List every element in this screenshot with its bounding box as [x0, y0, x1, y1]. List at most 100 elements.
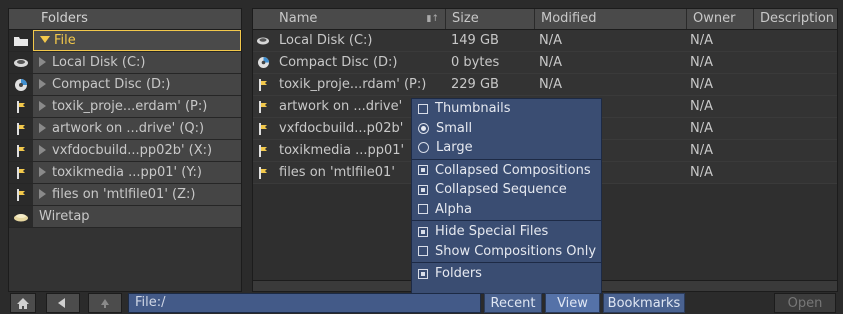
home-icon [17, 298, 29, 309]
network-drive-icon [9, 162, 33, 183]
home-button[interactable] [10, 293, 36, 313]
menu-item-label: Thumbnails [435, 101, 511, 117]
collapsed-arrow-icon[interactable] [39, 122, 46, 133]
menu-item-label: Small [436, 120, 473, 136]
file-owner: N/A [690, 143, 713, 158]
file-list-header: Name ▮↑ Size Modified Owner Description [253, 9, 837, 30]
menu-item-thumbnails[interactable]: Thumbnails [412, 99, 601, 119]
network-drive-icon [253, 118, 273, 139]
expand-arrow-icon[interactable] [40, 36, 50, 43]
folder-item-label: toxik_proje...erdam' (P:) [52, 99, 208, 114]
menu-item-label: Folders [435, 266, 482, 282]
network-drive-icon [9, 184, 33, 205]
column-name-label: Name [279, 11, 318, 26]
folders-panel: Folders File Local Disk (C:) Compact Dis… [8, 8, 242, 292]
hard-disk-icon [253, 30, 273, 51]
folder-item-drive-z[interactable]: files on 'mtlfile01' (Z:) [9, 184, 241, 206]
menu-item-alpha[interactable]: Alpha [412, 200, 601, 220]
view-button[interactable]: View [545, 293, 600, 313]
folder-item-label: File [54, 33, 76, 48]
folder-item-drive-x[interactable]: vxfdocbuild...pp02b' (X:) [9, 140, 241, 162]
folder-item-local-disk[interactable]: Local Disk (C:) [9, 52, 241, 74]
column-owner[interactable]: Owner [686, 9, 753, 29]
file-modified: N/A [539, 33, 562, 48]
collapsed-arrow-icon[interactable] [39, 188, 46, 199]
file-size: 149 GB [451, 33, 499, 48]
checkbox-checked-icon[interactable] [418, 165, 428, 176]
folder-item-file[interactable]: File [9, 30, 241, 52]
radio-selected-icon[interactable] [418, 122, 429, 134]
menu-item-hide-special-files[interactable]: Hide Special Files [412, 222, 601, 242]
collapsed-arrow-icon[interactable] [39, 56, 46, 67]
file-row[interactable]: Compact Disc (D:) 0 bytes N/A N/A [253, 52, 837, 74]
menu-separator [412, 220, 601, 221]
menu-separator [412, 158, 601, 160]
back-button[interactable] [46, 293, 80, 313]
network-drive-icon [253, 162, 273, 183]
sort-icon[interactable]: ▮↑ [427, 9, 440, 29]
file-owner: N/A [690, 165, 713, 180]
checkbox-checked-icon[interactable] [418, 184, 428, 195]
bookmarks-button[interactable]: Bookmarks [603, 293, 685, 313]
file-owner: N/A [690, 33, 713, 48]
checkbox-checked-icon[interactable] [418, 268, 428, 279]
column-size[interactable]: Size [445, 9, 534, 29]
file-owner: N/A [690, 99, 713, 114]
file-owner: N/A [690, 121, 713, 136]
collapsed-arrow-icon[interactable] [39, 144, 46, 155]
column-name[interactable]: Name ▮↑ [273, 9, 445, 29]
wiretap-icon [9, 206, 33, 227]
folder-item-compact-disc[interactable]: Compact Disc (D:) [9, 74, 241, 96]
menu-item-collapsed-sequence[interactable]: Collapsed Sequence [412, 180, 601, 200]
checkbox-unchecked-icon[interactable] [418, 204, 428, 215]
column-modified[interactable]: Modified [534, 9, 686, 29]
file-size: 0 bytes [451, 55, 500, 70]
folder-item-drive-q[interactable]: artwork on ...drive' (Q:) [9, 118, 241, 140]
file-size: 229 GB [451, 77, 499, 92]
folders-header: Folders [9, 9, 241, 30]
menu-item-label: Large [436, 140, 473, 156]
folder-item-wiretap[interactable]: Wiretap [9, 206, 241, 228]
file-row[interactable]: Local Disk (C:) 149 GB N/A N/A [253, 30, 837, 52]
menu-item-small[interactable]: Small [412, 119, 601, 139]
network-drive-icon [253, 74, 273, 95]
network-drive-icon [253, 140, 273, 161]
menu-separator [412, 262, 601, 263]
menu-item-label: Collapsed Compositions [435, 162, 591, 178]
checkbox-unchecked-icon[interactable] [418, 246, 428, 257]
open-button[interactable]: Open [774, 293, 836, 313]
column-description[interactable]: Description [753, 9, 837, 29]
menu-item-large[interactable]: Large [412, 138, 601, 158]
checkbox-unchecked-icon[interactable] [418, 103, 428, 114]
folder-item-label: Wiretap [33, 206, 241, 227]
menu-item-label: Alpha [435, 201, 472, 217]
menu-item-label: Show Compositions Only [435, 243, 597, 259]
recent-button[interactable]: Recent [484, 293, 542, 313]
cd-icon [9, 74, 33, 95]
folder-item-drive-y[interactable]: toxikmedia ...pp01' (Y:) [9, 162, 241, 184]
folder-item-label: Local Disk (C:) [52, 55, 146, 70]
folder-item-label: vxfdocbuild...pp02b' (X:) [52, 143, 213, 158]
folder-item-drive-p[interactable]: toxik_proje...erdam' (P:) [9, 96, 241, 118]
view-options-menu: Thumbnails Small Large Collapsed Composi… [411, 98, 602, 294]
cd-icon [253, 52, 273, 73]
file-name: Compact Disc (D:) [279, 55, 398, 70]
file-owner: N/A [690, 55, 713, 70]
collapsed-arrow-icon[interactable] [39, 78, 46, 89]
menu-item-collapsed-compositions[interactable]: Collapsed Compositions [412, 161, 601, 181]
folder-item-label: artwork on ...drive' (Q:) [52, 121, 205, 136]
up-button[interactable] [88, 293, 122, 313]
menu-item-show-compositions-only[interactable]: Show Compositions Only [412, 242, 601, 262]
collapsed-arrow-icon[interactable] [39, 100, 46, 111]
file-name: toxik_proje...rdam' (P:) [279, 77, 427, 92]
path-input[interactable]: File:/ [128, 293, 481, 313]
file-row[interactable]: toxik_proje...rdam' (P:) 229 GB N/A N/A [253, 74, 837, 96]
menu-item-label: Collapsed Sequence [435, 182, 567, 198]
network-drive-icon [9, 118, 33, 139]
menu-item-folders[interactable]: Folders [412, 264, 601, 284]
checkbox-checked-icon[interactable] [418, 226, 428, 237]
network-drive-icon [253, 96, 273, 117]
radio-unselected-icon[interactable] [418, 142, 429, 154]
collapsed-arrow-icon[interactable] [39, 166, 46, 177]
folder-open-icon [9, 30, 33, 51]
